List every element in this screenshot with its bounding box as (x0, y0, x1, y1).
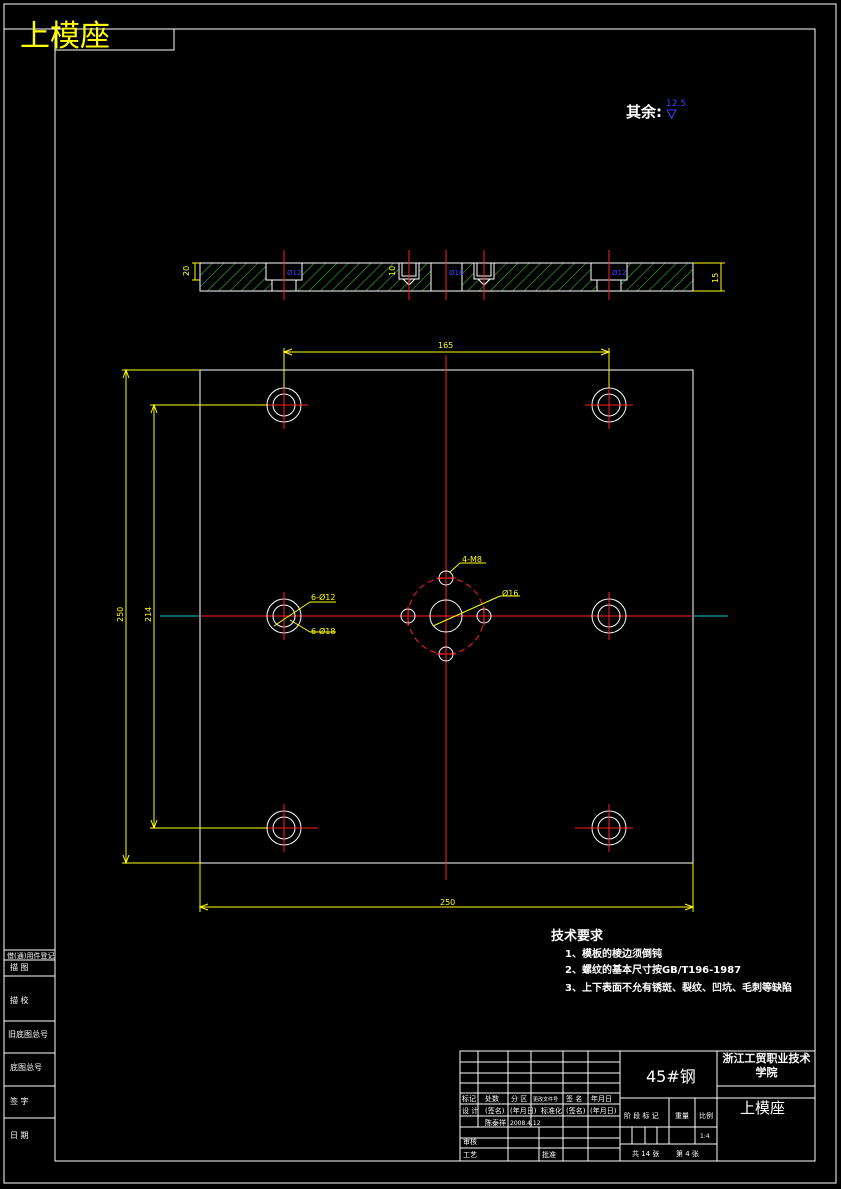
side-label-1: 描 图 (10, 962, 29, 972)
tb-approve: 批准 (542, 1150, 556, 1159)
tb-date: 2008.4.12 (510, 1120, 541, 1127)
side-label-4: 底图总号 (10, 1062, 42, 1072)
tb-design-2: (年月日) (510, 1106, 537, 1115)
tb-row-label-2: 分 区 (511, 1094, 527, 1103)
tb-weight: 重量 (675, 1112, 689, 1120)
tech-item-3: 3、上下表面不允有锈斑、裂纹、凹坑、毛刺等缺陷 (565, 981, 792, 994)
plan-dimensions (122, 348, 695, 912)
section-dim-h1: 20 (182, 266, 191, 276)
dim-hole-top: 4-M8 (462, 555, 482, 564)
dim-hole-center: Ø16 (502, 588, 518, 598)
tb-row-label-0: 标记 (462, 1094, 476, 1103)
dim-height-outer: 250 (116, 607, 125, 622)
roughness-symbol (666, 109, 677, 120)
tb-review: 审核 (463, 1137, 477, 1146)
tb-school-wrap: 浙江工贸职业技术学院 (722, 1052, 811, 1079)
tb-design-1: (签名) (485, 1106, 505, 1115)
side-label-2: 描 校 (10, 995, 29, 1005)
section-label-c2: Ø12 (612, 269, 626, 277)
drawing-canvas: 上模座 其余: 12.5 20 10 15 Ø12 Ø12 Ø16 165 25… (3, 3, 837, 1184)
tb-part-name: 上模座 (740, 1099, 785, 1117)
roughness-value: 12.5 (666, 99, 686, 109)
tb-stage: 阶 段 标 记 (624, 1111, 659, 1120)
tb-material: 45#钢 (646, 1067, 696, 1086)
tb-design-3: 标准化 (541, 1106, 562, 1115)
tb-row-label-3: 更改文件号 (533, 1096, 558, 1103)
tech-heading: 技术要求 (551, 928, 604, 944)
side-label-0: 借(通)用件登记 (7, 951, 54, 960)
drawing-title: 上模座 (20, 19, 110, 54)
dim-width-top: 165 (438, 341, 453, 350)
dim-height-inner: 214 (144, 607, 153, 622)
dim-width-bottom: 250 (440, 898, 455, 907)
tb-design-0: 设 计 (462, 1106, 478, 1115)
tb-design-4: (签名) (566, 1106, 586, 1115)
roughness-label: 其余: (626, 103, 662, 121)
tech-item-1: 1、模板的棱边须倒钝 (565, 947, 662, 960)
tb-school: 浙江工贸职业技术学院 (722, 1052, 811, 1079)
section-label-c3: Ø16 (449, 269, 464, 277)
tb-row-label-4: 签 名 (566, 1094, 582, 1103)
tb-design-5: (年月日) (590, 1106, 617, 1115)
dim-hole-cbore-small: 6-Ø12 (311, 592, 335, 602)
section-label-c1: Ø12 (287, 269, 301, 277)
tb-process: 工艺 (463, 1151, 477, 1159)
tb-row-label-5: 年月日 (591, 1094, 612, 1103)
tb-scale: 比例 (699, 1111, 713, 1120)
plan-view (160, 355, 728, 880)
outer-border (3, 3, 837, 1184)
section-dim-h3: 15 (711, 273, 720, 283)
tb-designer: 陈泰祥 (485, 1118, 506, 1127)
side-label-6: 日 期 (10, 1131, 29, 1140)
tb-sheet-no: 第 4 张 (676, 1149, 699, 1158)
side-label-5: 签 字 (10, 1096, 29, 1106)
tech-item-2: 2、螺纹的基本尺寸按GB/T196-1987 (565, 963, 741, 976)
tb-sheets: 共 14 张 (632, 1149, 659, 1158)
tb-row-label-1: 处数 (485, 1094, 499, 1103)
dim-hole-cbore-large: 6-Ø18 (311, 626, 335, 636)
side-label-3: 旧底图总号 (8, 1029, 48, 1039)
section-dim-h2: 10 (388, 266, 397, 276)
tb-scale-value: 1:4 (700, 1133, 710, 1140)
